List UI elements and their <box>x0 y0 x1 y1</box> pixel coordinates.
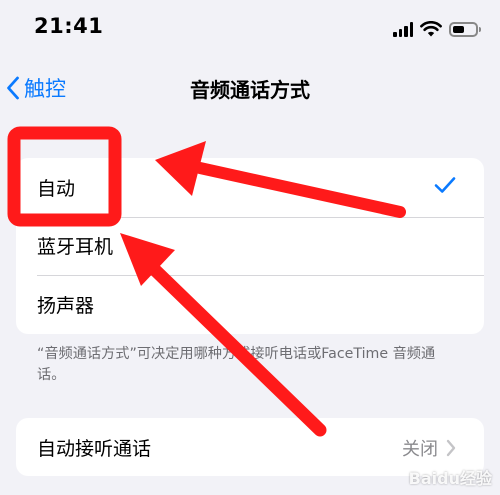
navigation-bar: 触控 音频通话方式 <box>0 60 500 114</box>
status-time: 21:41 <box>34 14 104 38</box>
auto-answer-label: 自动接听通话 <box>37 437 152 460</box>
option-label: 蓝牙耳机 <box>37 236 114 259</box>
option-auto[interactable]: 自动 <box>16 158 484 217</box>
page-title: 音频通话方式 <box>190 78 310 102</box>
option-label: 扬声器 <box>37 294 95 317</box>
option-speaker[interactable]: 扬声器 <box>16 275 484 334</box>
status-bar: 21:41 <box>0 0 500 56</box>
status-icons <box>393 18 481 40</box>
group-footnote: “音频通话方式”可决定用哪种方式接听电话或FaceTime 音频通话。 <box>37 346 436 383</box>
battery-icon <box>449 21 481 37</box>
auto-answer-value-text: 关闭 <box>402 439 438 460</box>
cellular-signal-icon <box>393 21 413 37</box>
wifi-icon <box>420 21 442 37</box>
option-bluetooth-headset[interactable]: 蓝牙耳机 <box>16 216 484 276</box>
watermark: Baidu经验 <box>408 469 492 488</box>
checkmark-icon <box>434 177 456 193</box>
chevron-right-icon <box>446 439 456 457</box>
call-audio-routing-options: 自动 蓝牙耳机 扬声器 <box>16 158 484 334</box>
option-label: 自动 <box>37 177 76 200</box>
auto-answer-value: 关闭 <box>402 435 456 461</box>
